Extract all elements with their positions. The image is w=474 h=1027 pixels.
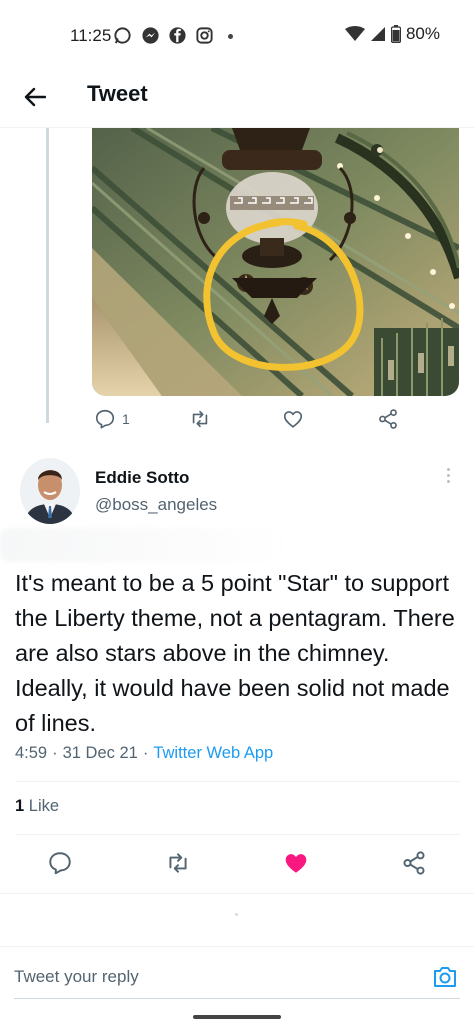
tweet-meta: 4:59 · 31 Dec 21 · Twitter Web App: [15, 744, 273, 763]
signal-icon: [370, 27, 385, 41]
divider: [15, 781, 460, 782]
tweet-source-link[interactable]: Twitter Web App: [153, 744, 273, 763]
like-action[interactable]: [282, 408, 304, 430]
tweet-date: 31 Dec 21: [62, 744, 138, 762]
heart-filled-icon: [285, 854, 307, 873]
meta-separator: ·: [142, 744, 149, 762]
chandelier-photo-image: [92, 128, 459, 396]
more-vertical-icon: [446, 468, 450, 471]
battery-percent: 80%: [405, 24, 440, 43]
top-app-bar: Tweet: [0, 72, 474, 128]
author-handle[interactable]: @boss_angeles: [95, 495, 217, 515]
author-photo-image: [20, 458, 80, 524]
retweet-icon: [192, 410, 208, 428]
dot-icon: [228, 34, 233, 39]
parent-tweet-actions: 1: [0, 408, 474, 434]
status-bar: 11:25 80%: [0, 0, 474, 72]
screenshot-smudge: [0, 528, 285, 562]
page-title: Tweet: [87, 81, 148, 106]
reply-input[interactable]: [14, 967, 394, 987]
retweet-icon: [169, 853, 187, 873]
like-label: Like: [28, 797, 60, 815]
tweet-actions: [0, 850, 474, 878]
reply-composer: [0, 946, 474, 1006]
facebook-icon: [169, 27, 186, 44]
like-button[interactable]: [283, 850, 309, 876]
retweet-button[interactable]: [165, 850, 191, 876]
camera-button[interactable]: [431, 963, 459, 991]
instagram-icon: [196, 27, 213, 44]
reply-icon: [95, 409, 115, 429]
divider: [0, 893, 474, 894]
reply-underline: [14, 998, 460, 999]
reply-button[interactable]: [47, 850, 73, 876]
messenger-icon: [142, 27, 159, 44]
whatsapp-icon: [114, 27, 131, 44]
home-indicator[interactable]: [193, 1015, 281, 1019]
arrow-left-icon: [24, 87, 46, 107]
reply-action[interactable]: 1: [94, 408, 130, 430]
status-time: 11:25: [70, 26, 112, 45]
like-count: 1: [15, 797, 25, 815]
thread-connector: [46, 128, 49, 423]
avatar[interactable]: [20, 458, 80, 524]
heart-icon: [283, 411, 303, 428]
share-button[interactable]: [401, 850, 427, 876]
divider: [15, 834, 460, 835]
tweet-text: It's meant to be a 5 point "Star" to sup…: [15, 570, 455, 736]
tweet-time: 4:59: [15, 744, 48, 762]
meta-separator: ·: [52, 744, 58, 762]
camera-icon: [434, 967, 456, 987]
back-button[interactable]: [20, 82, 50, 112]
loading-dot: [235, 913, 238, 916]
likes-count-link[interactable]: 1 Like: [15, 797, 59, 816]
author-name[interactable]: Eddie Sotto: [95, 468, 189, 488]
share-icon: [379, 409, 397, 429]
system-icons: 80%: [344, 24, 440, 44]
battery-icon: [390, 25, 401, 43]
tweet-photo[interactable]: [92, 128, 459, 396]
retweet-action[interactable]: [189, 408, 211, 430]
reply-count: 1: [122, 411, 130, 427]
wifi-icon: [344, 26, 365, 41]
share-icon: [403, 851, 425, 875]
reply-icon: [49, 852, 71, 875]
more-options-button[interactable]: [444, 468, 452, 488]
more-dot: [446, 474, 450, 477]
more-dot: [446, 480, 450, 483]
share-action[interactable]: [377, 408, 399, 430]
